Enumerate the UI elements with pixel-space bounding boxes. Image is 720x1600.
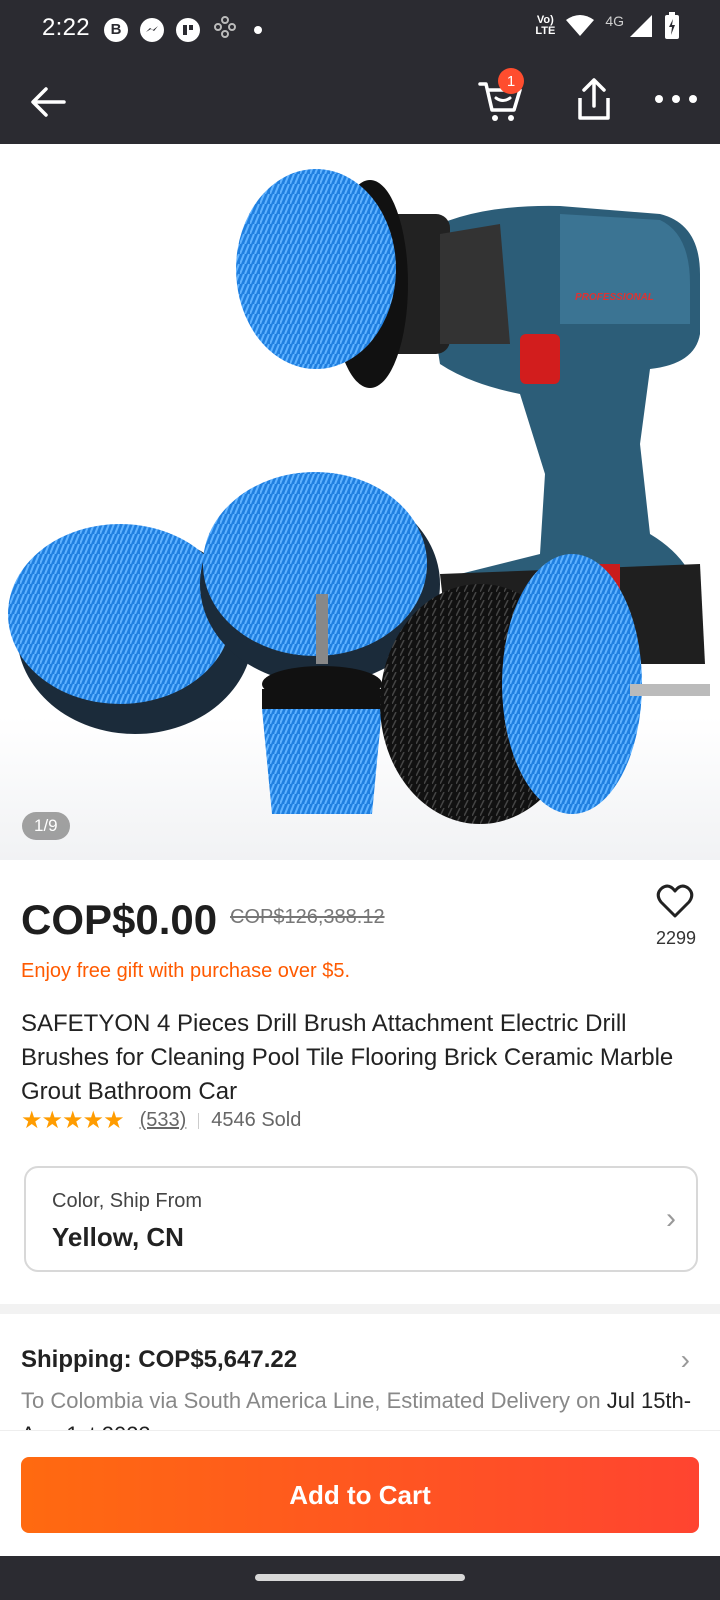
- sku-selector[interactable]: Color, Ship From Yellow, CN ›: [24, 1166, 698, 1272]
- back-arrow-icon[interactable]: [26, 80, 70, 124]
- divider: [198, 1112, 200, 1129]
- top-app-bar: [0, 56, 720, 144]
- cart-count-badge: 1: [498, 68, 524, 94]
- app-icon: [176, 17, 200, 42]
- battery-icon: [665, 12, 679, 39]
- drill-brand-text: PROFESSIONAL: [575, 292, 654, 303]
- network-type: 4G: [605, 13, 624, 29]
- shipping-description: To Colombia via South America Line, Esti…: [21, 1384, 697, 1430]
- sku-label: Color, Ship From: [52, 1190, 203, 1212]
- wishlist-count: 2299: [655, 928, 697, 948]
- share-icon[interactable]: [572, 76, 616, 122]
- chevron-right-icon: ›: [666, 1202, 676, 1235]
- chevron-right-icon[interactable]: ›: [681, 1344, 690, 1376]
- notification-icons: B: [104, 14, 262, 45]
- rating-row: ★★★★★ (533) 4546 Sold: [21, 1106, 301, 1135]
- promo-text: Enjoy free gift with purchase over $5.: [21, 960, 351, 982]
- game-icon: [212, 14, 238, 45]
- system-nav-bar: [0, 1556, 720, 1600]
- home-gesture-bar[interactable]: [255, 1574, 465, 1581]
- messenger-icon: [140, 17, 164, 42]
- product-image: PROFESSIONAL: [8, 169, 710, 824]
- sku-value: Yellow, CN: [52, 1222, 184, 1252]
- product-image-gallery[interactable]: PROFESSIONAL: [0, 144, 720, 860]
- current-price: COP$0.00: [21, 896, 218, 943]
- status-time: 2:22: [42, 14, 90, 41]
- signal-icon: [630, 15, 652, 37]
- more-icon[interactable]: [654, 94, 698, 104]
- image-counter: 1/9: [22, 812, 70, 840]
- heart-icon[interactable]: [656, 884, 694, 920]
- shipping-title[interactable]: Shipping: COP$5,647.22: [21, 1346, 297, 1374]
- system-icons: Vo) LTE 4G: [535, 12, 680, 40]
- sold-count: 4546 Sold: [211, 1109, 302, 1131]
- status-bar: 2:22 B Vo) LTE 4G: [0, 0, 720, 56]
- wifi-icon: [566, 15, 595, 36]
- volte-icon: Vo) LTE: [535, 14, 556, 37]
- bottom-action-bar: Add to Cart: [0, 1430, 720, 1556]
- product-title: SAFETYON 4 Pieces Drill Brush Attachment…: [21, 1010, 674, 1105]
- original-price: COP$126,388.12: [230, 906, 385, 928]
- rating-stars: ★★★★★: [21, 1107, 125, 1134]
- more-notifications-dot: [254, 25, 262, 34]
- section-divider: [0, 1304, 720, 1314]
- add-to-cart-button[interactable]: Add to Cart: [21, 1457, 699, 1533]
- reviews-link[interactable]: (533): [140, 1109, 187, 1132]
- b-icon: B: [104, 17, 128, 42]
